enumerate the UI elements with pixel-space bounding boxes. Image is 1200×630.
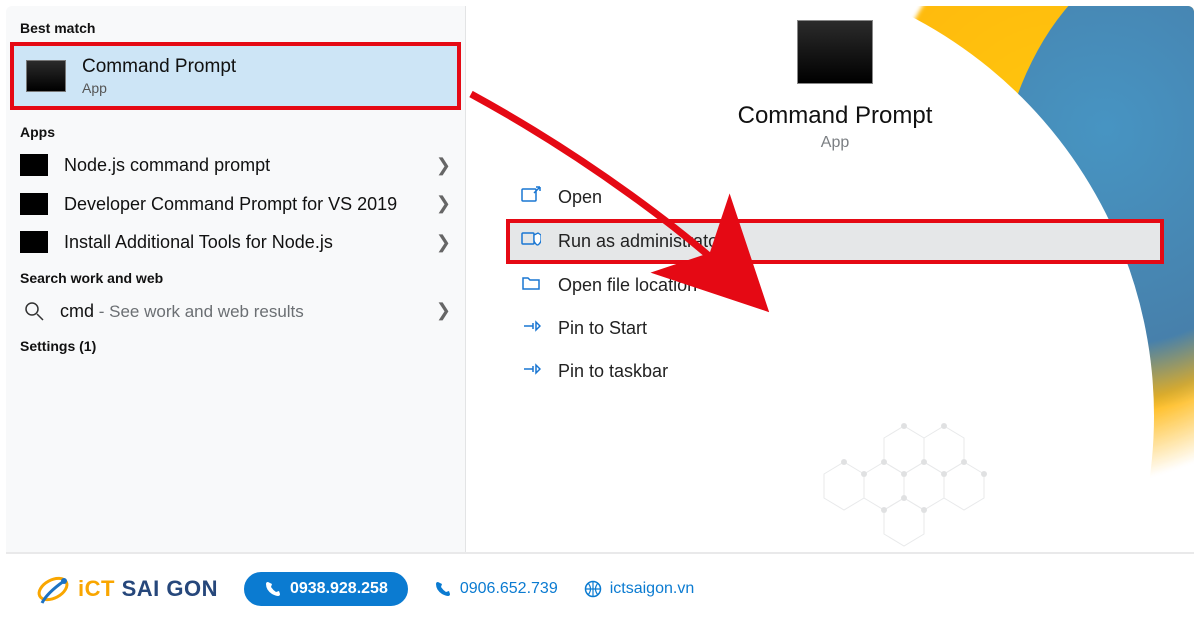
chevron-right-icon: ❯	[426, 193, 451, 214]
app-item-node-tools[interactable]: Install Additional Tools for Node.js ❯	[6, 223, 465, 262]
action-pin-to-start[interactable]: Pin to Start	[506, 307, 1164, 350]
web-search-item[interactable]: cmd - See work and web results ❯	[6, 292, 465, 331]
detail-subtitle: App	[506, 134, 1164, 152]
action-pin-to-taskbar[interactable]: Pin to taskbar	[506, 350, 1164, 393]
cmd-icon	[26, 60, 66, 92]
chevron-right-icon: ❯	[426, 232, 451, 253]
open-icon	[520, 186, 542, 209]
pin-icon	[520, 317, 542, 340]
search-results-panel: Best match Command Prompt App Apps Node.…	[6, 6, 466, 561]
app-icon	[20, 154, 48, 176]
website-link[interactable]: ictsaigon.vn	[584, 580, 695, 598]
app-item-vs2019-cmd[interactable]: Developer Command Prompt for VS 2019 ❯	[6, 185, 465, 224]
detail-panel: Command Prompt App Open Run as administr…	[466, 6, 1194, 561]
settings-header[interactable]: Settings (1)	[6, 330, 465, 360]
app-item-nodejs-cmd[interactable]: Node.js command prompt ❯	[6, 146, 465, 185]
chevron-right-icon: ❯	[426, 155, 451, 176]
best-match-title: Command Prompt	[82, 56, 236, 78]
pin-icon	[520, 360, 542, 383]
app-large-icon	[797, 20, 873, 84]
logo: iCT SAI GON	[36, 568, 218, 610]
phone-primary[interactable]: 0938.928.258	[244, 572, 408, 606]
phone-icon	[434, 580, 452, 598]
app-icon	[20, 193, 48, 215]
footer: iCT SAI GON 0938.928.258 0906.652.739 ic…	[6, 552, 1194, 624]
action-open-file-location[interactable]: Open file location	[506, 264, 1164, 307]
folder-icon	[520, 274, 542, 297]
search-icon	[24, 301, 44, 321]
app-icon	[20, 231, 48, 253]
detail-title: Command Prompt	[506, 102, 1164, 130]
best-match-item[interactable]: Command Prompt App	[10, 42, 461, 110]
action-run-as-admin[interactable]: Run as administrator	[506, 219, 1164, 264]
action-open[interactable]: Open	[506, 176, 1164, 219]
chevron-right-icon: ❯	[426, 300, 451, 321]
best-match-header: Best match	[6, 12, 465, 42]
apps-header: Apps	[6, 116, 465, 146]
web-header: Search work and web	[6, 262, 465, 292]
globe-icon	[584, 580, 602, 598]
shield-icon	[520, 229, 542, 254]
phone-secondary[interactable]: 0906.652.739	[434, 580, 558, 598]
phone-icon	[264, 580, 282, 598]
best-match-subtitle: App	[82, 80, 236, 96]
logo-mark-icon	[36, 568, 70, 610]
